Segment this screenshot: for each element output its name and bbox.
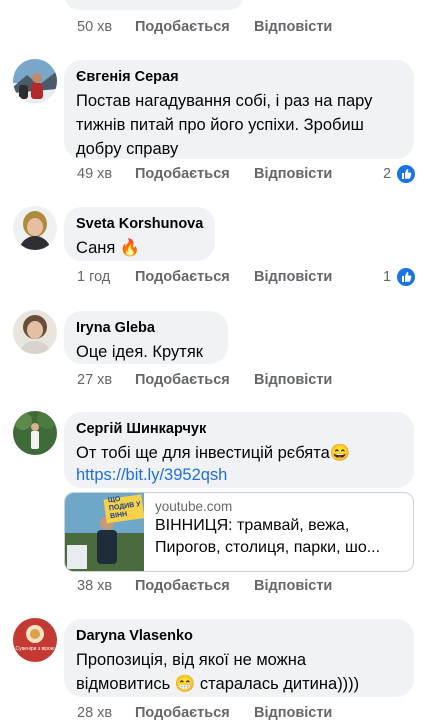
avatar[interactable] [13,310,57,354]
thumbnail-text: ЩО ПОДИВ У ВІНН [107,495,142,521]
avatar[interactable] [13,411,57,455]
comment-author[interactable]: Євгенія Серая [76,68,402,87]
reply-button[interactable]: Відповісти [254,164,332,184]
reply-button[interactable]: Відповісти [254,267,332,287]
preview-title: ВІННИЦЯ: трамвай, вежа, Пирогов, столиця… [155,517,381,556]
reply-button[interactable]: Відповісти [254,703,332,723]
video-thumbnail: ЩО ПОДИВ У ВІНН [65,493,145,571]
reaction-count[interactable]: 2 [383,164,417,184]
comment-link[interactable]: https://bit.ly/3952qsh [76,463,402,487]
comment-actions: 1 год Подобається Відповісти [77,267,377,287]
comment-text: Пропозиція, від якої не можна відмовитис… [76,651,360,693]
comment-text: Оце ідея. Крутяк [76,343,203,361]
comment-author[interactable]: Сергій Шинкарчук [76,420,402,439]
like-reaction-icon [397,165,415,183]
comment-actions: 38 хв Подобається Відповісти [77,576,377,596]
link-preview-card[interactable]: ЩО ПОДИВ У ВІНН youtube.com ВІННИЦЯ: тра… [64,492,414,572]
like-button[interactable]: Подобається [135,703,230,723]
comment-time[interactable]: 28 хв [77,703,112,723]
avatar[interactable]: Сувеніри з вірою [13,618,57,662]
like-button[interactable]: Подобається [135,370,230,390]
reaction-count-value: 1 [383,269,392,285]
comment-author[interactable]: Sveta Korshunova [76,215,203,234]
reply-button[interactable]: Відповісти [254,370,332,390]
comment-bubble: Daryna Vlasenko Пропозиція, від якої не … [64,619,414,697]
comment-bubble: Євгенія Серая Постав нагадування собі, і… [64,60,414,159]
comment-author[interactable]: Iryna Gleba [76,319,216,338]
comment-actions: 50 хв Подобається Відповісти [77,17,377,37]
like-button[interactable]: Подобається [135,17,230,37]
comment-actions: 27 хв Подобається Відповісти [77,370,377,390]
reaction-count-value: 2 [383,166,392,182]
comment-text: Постав нагадування собі, і раз на пару т… [76,92,373,158]
avatar-caption: Сувеніри з вірою [15,646,55,652]
reply-button[interactable]: Відповісти [254,576,332,596]
comment-time[interactable]: 49 хв [77,164,112,184]
comment-text: Саня 🔥 [76,239,141,257]
avatar[interactable] [13,59,57,103]
comment-bubble: Сергій Шинкарчук От тобі ще для інвестиц… [64,412,414,488]
comment-time[interactable]: 38 хв [77,576,112,596]
avatar[interactable] [13,206,57,250]
comment-text: От тобі ще для інвестицій рєбята😄 [76,444,351,462]
like-button[interactable]: Подобається [135,164,230,184]
reply-button[interactable]: Відповісти [254,17,332,37]
preview-domain: youtube.com [155,499,233,514]
like-reaction-icon [397,268,415,286]
comment-time[interactable]: 1 год [77,267,110,287]
like-button[interactable]: Подобається [135,576,230,596]
comment-actions: 49 хв Подобається Відповісти [77,164,377,184]
comment-bubble: Sveta Korshunova Саня 🔥 [64,207,215,261]
like-button[interactable]: Подобається [135,267,230,287]
comment-actions: 28 хв Подобається Відповісти [77,703,377,723]
comment-bubble: Iryna Gleba Оце ідея. Крутяк [64,311,228,364]
comment-bubble-partial [64,0,244,10]
reaction-count[interactable]: 1 [383,267,417,287]
comment-author[interactable]: Daryna Vlasenko [76,627,402,646]
comment-time[interactable]: 50 хв [77,17,112,37]
comment-time[interactable]: 27 хв [77,370,112,390]
